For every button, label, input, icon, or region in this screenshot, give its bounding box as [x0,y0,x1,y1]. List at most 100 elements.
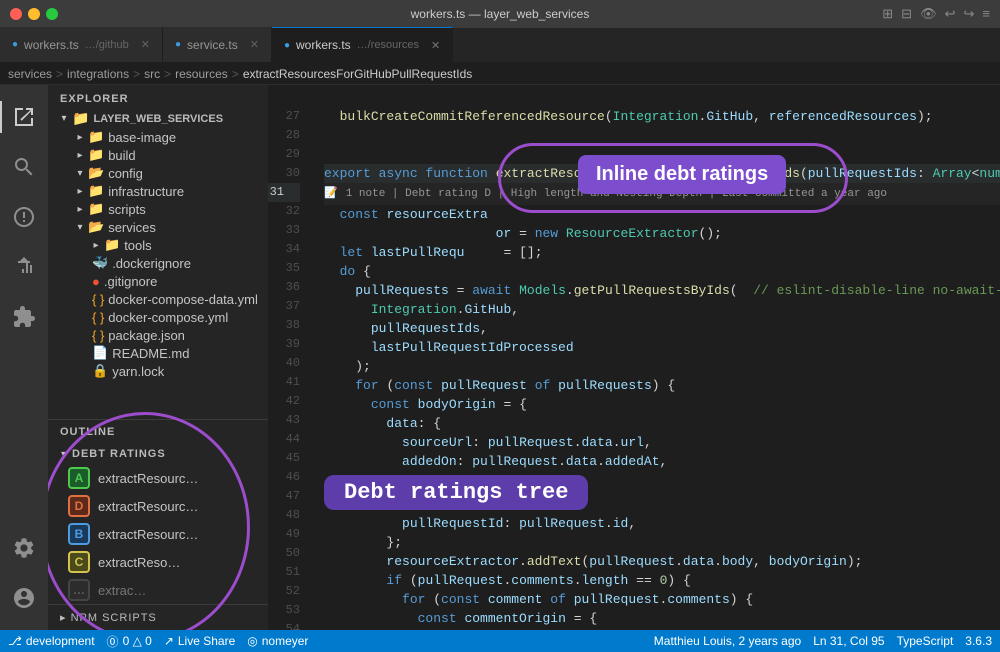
traffic-light-yellow[interactable] [28,8,40,20]
activity-debug[interactable] [0,243,48,291]
sync-icon: ⓪ [107,633,119,650]
folder-open-icon: 📂 [88,219,104,235]
tab-workers-github[interactable]: ● workers.ts …/github ✕ [0,27,163,62]
activity-explorer[interactable] [0,93,48,141]
debt-badge-d: D [68,495,90,517]
npm-scripts-section[interactable]: ▸ NPM SCRIPTS [48,604,268,630]
chevron-right-icon: ▸ [60,612,67,624]
sidebar-item-infrastructure[interactable]: ▸ 📁 infrastructure [48,182,268,200]
sidebar-item-scripts[interactable]: ▸ 📁 scripts [48,200,268,218]
sync-indicator[interactable]: ⓪ 0 △ 0 [107,633,152,650]
sidebar-label: package.json [104,328,185,343]
debt-badge-placeholder: … [68,579,90,601]
branch-name: development [26,634,95,648]
activity-settings[interactable] [0,524,48,572]
cursor-position[interactable]: Ln 31, Col 95 [813,634,884,648]
tab-workers-resources[interactable]: ● workers.ts …/resources ✕ [272,27,453,62]
back-icon[interactable]: ↩ [945,6,956,22]
chevron-right-icon: ▸ [72,147,88,163]
sidebar-header: EXPLORER [48,85,268,109]
debt-label: extractResourc… [98,527,198,542]
breadcrumb: services > integrations > src > resource… [0,63,1000,85]
user-indicator[interactable]: ◎ nomeyer [247,634,308,648]
tab-service-ts[interactable]: ● service.ts ✕ [163,27,272,62]
window-title: workers.ts — layer_web_services [411,7,590,21]
status-bar: ⎇ development ⓪ 0 △ 0 ↗ Live Share ◎ nom… [0,630,1000,652]
close-icon[interactable]: ✕ [431,39,440,52]
chevron-down-icon: ▾ [56,111,72,127]
debt-badge-c: C [68,551,90,573]
debt-item-a[interactable]: A extractResourc… [48,464,268,492]
debt-label: extrac… [98,583,146,598]
grid-icon[interactable]: ⊞ [882,6,893,22]
sidebar-item-package-json[interactable]: { } package.json [48,326,268,344]
traffic-light-red[interactable] [10,8,22,20]
activity-bar [0,85,48,630]
language-mode[interactable]: TypeScript [897,634,954,648]
sidebar-item-docker-compose[interactable]: { } docker-compose.yml [48,308,268,326]
debt-label: extractReso… [98,555,180,570]
chevron-right-icon: ▸ [72,129,88,145]
traffic-lights [10,8,58,20]
activity-account[interactable] [0,574,48,622]
inline-debt-annotation: Inline debt ratings [578,155,786,194]
forward-icon[interactable]: ↪ [964,6,975,22]
close-icon[interactable]: ✕ [250,38,259,51]
status-bar-right: Matthieu Louis, 2 years ago Ln 31, Col 9… [654,634,992,648]
version-text: 3.6.3 [965,634,992,648]
chevron-down-icon: ▾ [72,219,88,235]
user-icon: ◎ [247,634,257,648]
close-icon[interactable]: ✕ [141,38,150,51]
sidebar-label: README.md [108,346,189,361]
sidebar-root[interactable]: ▾ 📁 LAYER_WEB_SERVICES [48,109,268,128]
split-icon[interactable]: ⊟ [901,6,912,22]
debt-ratings-tree-annotation: Debt ratings tree [324,475,588,510]
sidebar-item-docker-compose-data[interactable]: { } docker-compose-data.yml [48,290,268,308]
sidebar-item-yarn-lock[interactable]: 🔒 yarn.lock [48,362,268,380]
sidebar-item-dockerignore[interactable]: 🐳 .dockerignore [48,254,268,272]
file-icon: { } [92,328,104,343]
folder-icon: 📁 [104,237,120,253]
sidebar-label: docker-compose.yml [104,310,228,325]
title-bar-actions: ⊞ ⊟ 👁 ↩ ↪ ≡ [882,6,990,22]
sidebar-label: .dockerignore [108,256,191,271]
folder-open-icon: 📂 [88,165,104,181]
live-share-label: Live Share [178,634,235,648]
sidebar-item-gitignore[interactable]: ● .gitignore [48,272,268,290]
file-icon: 🔒 [92,363,108,379]
sidebar-item-base-image[interactable]: ▸ 📁 base-image [48,128,268,146]
debt-item-b[interactable]: B extractResourc… [48,520,268,548]
folder-icon: 📁 [88,201,104,217]
debt-item-extract[interactable]: … extrac… [48,576,268,604]
menu-icon[interactable]: ≡ [982,6,990,22]
git-branch-icon: ⎇ [8,634,22,648]
chevron-right-icon: ▸ [72,183,88,199]
file-icon: ● [92,274,100,289]
chevron-down-icon: ▾ [56,446,72,462]
live-share-button[interactable]: ↗ Live Share [164,634,235,648]
activity-extensions[interactable] [0,293,48,341]
sidebar: EXPLORER ▾ 📁 LAYER_WEB_SERVICES ▸ 📁 base… [48,85,268,630]
debt-label: extractResourc… [98,499,198,514]
sidebar-root-label: LAYER_WEB_SERVICES [89,113,223,125]
debt-label: extractResourc… [98,471,198,486]
sidebar-item-config[interactable]: ▾ 📂 config [48,164,268,182]
title-bar: workers.ts — layer_web_services ⊞ ⊟ 👁 ↩ … [0,0,1000,28]
folder-icon: 📁 [72,110,89,127]
language-name: TypeScript [897,634,954,648]
sidebar-item-tools[interactable]: ▸ 📁 tools [48,236,268,254]
activity-search[interactable] [0,143,48,191]
eye-icon[interactable]: 👁 [920,6,937,22]
folder-icon: 📁 [88,183,104,199]
sidebar-item-readme[interactable]: 📄 README.md [48,344,268,362]
chevron-right-icon: ▸ [72,201,88,217]
traffic-light-green[interactable] [46,8,58,20]
debt-item-c[interactable]: C extractReso… [48,548,268,576]
sidebar-item-build[interactable]: ▸ 📁 build [48,146,268,164]
branch-indicator[interactable]: ⎇ development [8,634,95,648]
activity-git[interactable] [0,193,48,241]
ts-version: 3.6.3 [965,634,992,648]
sidebar-item-services[interactable]: ▾ 📂 services [48,218,268,236]
sidebar-label: scripts [104,202,146,217]
debt-item-d[interactable]: D extractResourc… [48,492,268,520]
